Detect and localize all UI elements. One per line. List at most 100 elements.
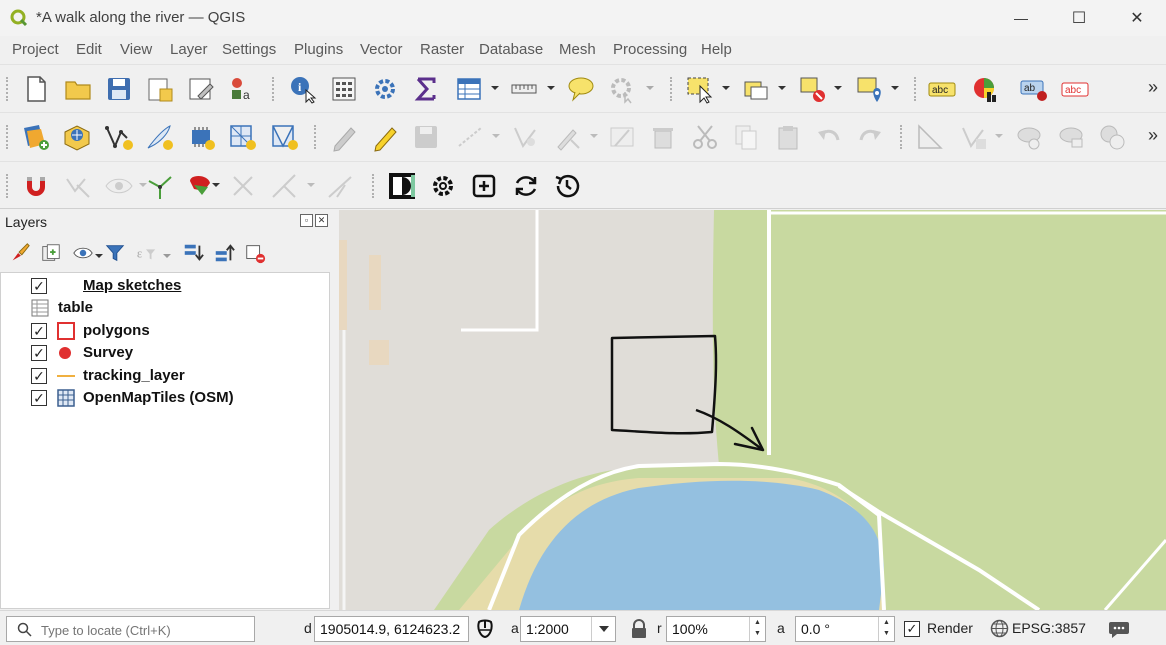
chevron-down-icon[interactable] (994, 131, 1004, 141)
measure-button[interactable] (508, 73, 540, 105)
toolbar-overflow-icon[interactable]: » (1148, 77, 1158, 98)
topological-editing-button[interactable] (103, 170, 135, 202)
close-panel-button[interactable]: ✕ (315, 214, 328, 227)
sketch-plugin-button[interactable] (386, 170, 418, 202)
chevron-down-icon[interactable] (721, 83, 731, 93)
spin-down-icon[interactable]: ▼ (879, 628, 894, 639)
snapping-toggle-button[interactable] (20, 170, 52, 202)
layer-row-tracking-layer[interactable]: ✓ tracking_layer (1, 365, 321, 387)
layer-visibility-checkbox[interactable]: ✓ (31, 323, 47, 339)
spin-up-icon[interactable]: ▲ (750, 617, 765, 628)
snapping-config-button[interactable] (62, 170, 94, 202)
collapse-all-button[interactable] (212, 241, 236, 265)
toolbar-grip[interactable] (6, 174, 10, 198)
style-manager-button[interactable]: a (226, 73, 258, 105)
refresh-button[interactable] (510, 170, 542, 202)
snap-intersection-button[interactable] (144, 170, 176, 202)
layer-row-map-sketches[interactable]: ✓ Map sketches (1, 275, 321, 297)
paste-features-button[interactable] (772, 121, 804, 153)
spin-down-icon[interactable]: ▼ (750, 628, 765, 639)
layer-visibility-checkbox[interactable]: ✓ (31, 368, 47, 384)
chevron-down-icon[interactable] (589, 131, 599, 141)
menu-database[interactable]: Database (479, 41, 543, 58)
rotation-spin-buttons[interactable]: ▲ ▼ (878, 617, 894, 641)
undo-button[interactable] (813, 121, 845, 153)
redo-button[interactable] (854, 121, 886, 153)
chevron-down-icon[interactable] (490, 83, 500, 93)
layer-row-openmaptiles[interactable]: ✓ OpenMapTiles (OSM) (1, 387, 321, 409)
plugin-settings-button[interactable] (427, 170, 459, 202)
magnifier-spinbox[interactable]: 100% ▲ ▼ (666, 616, 766, 642)
magnifier-spin-buttons[interactable]: ▲ ▼ (749, 617, 765, 641)
crs-status[interactable]: EPSG:3857 (1012, 620, 1086, 636)
toolbar-grip[interactable] (900, 125, 904, 149)
copy-features-button[interactable] (730, 121, 762, 153)
chevron-down-icon[interactable] (546, 83, 556, 93)
layer-visibility-checkbox[interactable]: ✓ (31, 345, 47, 361)
toolbar-grip[interactable] (272, 77, 276, 101)
save-project-button[interactable] (103, 73, 135, 105)
manage-visibility-button[interactable] (71, 241, 95, 265)
globe-icon[interactable] (990, 619, 1009, 638)
layer-row-survey[interactable]: ✓ Survey (1, 342, 321, 364)
identify-button[interactable]: i (287, 73, 319, 105)
close-button[interactable]: ✕ (1108, 0, 1166, 36)
minimize-button[interactable]: — (992, 0, 1050, 36)
toolbar-grip[interactable] (314, 125, 318, 149)
toolbar-grip[interactable] (372, 174, 376, 198)
style-layer-button[interactable] (8, 241, 32, 265)
chevron-down-icon[interactable] (833, 83, 843, 93)
attribute-table-button[interactable] (453, 73, 485, 105)
save-as-button[interactable] (144, 73, 176, 105)
menu-plugins[interactable]: Plugins (294, 41, 343, 58)
new-spatialite-button[interactable] (143, 121, 175, 153)
chevron-down-icon[interactable] (211, 180, 221, 190)
toolbar-overflow-icon[interactable]: » (1148, 125, 1158, 146)
menu-view[interactable]: View (120, 41, 152, 58)
filter-legend-button[interactable] (103, 241, 127, 265)
simplify-feature-button[interactable] (1055, 121, 1087, 153)
menu-mesh[interactable]: Mesh (559, 41, 596, 58)
attribute-calculator-button[interactable] (328, 73, 360, 105)
menu-help[interactable]: Help (701, 41, 732, 58)
new-temporary-layer-button[interactable] (185, 121, 217, 153)
add-group-button[interactable] (39, 241, 63, 265)
messages-icon[interactable] (1108, 619, 1130, 639)
layer-visibility-checkbox[interactable]: ✓ (31, 278, 47, 294)
snapping-tools-button[interactable] (958, 121, 990, 153)
rotate-feature-button[interactable] (1013, 121, 1045, 153)
toggle-editing-button[interactable] (369, 121, 401, 153)
chevron-down-icon[interactable] (645, 83, 655, 93)
layer-row-polygons[interactable]: ✓ polygons (1, 320, 321, 342)
deselect-button[interactable] (797, 73, 829, 105)
remove-layer-button[interactable] (243, 241, 267, 265)
expand-all-button[interactable] (181, 241, 205, 265)
new-shapefile-button[interactable] (102, 121, 134, 153)
select-features-button[interactable] (684, 73, 716, 105)
digitizing-cad-button[interactable] (914, 121, 946, 153)
delete-features-button[interactable] (647, 121, 679, 153)
maximize-button[interactable]: ☐ (1050, 0, 1108, 36)
offset-curve-button[interactable] (1096, 121, 1128, 153)
menu-vector[interactable]: Vector (360, 41, 403, 58)
toolbar-grip[interactable] (6, 77, 10, 101)
toolbar-grip[interactable] (914, 77, 918, 101)
chevron-down-icon[interactable] (491, 131, 501, 141)
cut-features-button[interactable] (689, 121, 721, 153)
menu-project[interactable]: Project (12, 41, 59, 58)
actions-button[interactable] (606, 73, 638, 105)
new-project-button[interactable] (20, 73, 52, 105)
menu-raster[interactable]: Raster (420, 41, 464, 58)
snap-tracing-button[interactable] (227, 170, 259, 202)
new-virtual-layer-button[interactable] (226, 121, 258, 153)
history-button[interactable] (551, 170, 583, 202)
float-panel-button[interactable]: ▫ (300, 214, 313, 227)
mouse-coordinate-icon[interactable] (474, 618, 496, 640)
render-checkbox[interactable]: ✓ (904, 621, 920, 637)
tracing-offset-button[interactable] (268, 170, 300, 202)
menu-layer[interactable]: Layer (170, 41, 208, 58)
layer-visibility-checkbox[interactable]: ✓ (31, 390, 47, 406)
toolbar-grip[interactable] (6, 125, 10, 149)
label-tool-button[interactable]: abc (926, 73, 958, 105)
chevron-down-icon[interactable] (777, 83, 787, 93)
